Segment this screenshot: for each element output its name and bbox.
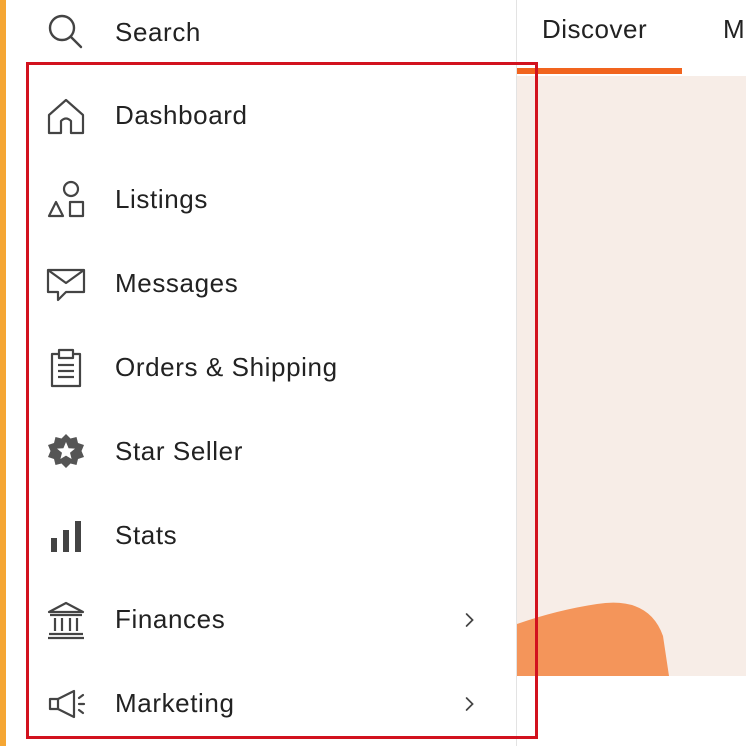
star-badge-icon — [44, 430, 88, 474]
sidebar-item-orders-shipping[interactable]: Orders & Shipping — [6, 326, 516, 410]
tab-discover[interactable]: Discover — [542, 14, 647, 45]
sidebar-item-dashboard[interactable]: Dashboard — [6, 74, 516, 158]
clipboard-icon — [44, 346, 88, 390]
main-content: Discover M — [517, 0, 746, 746]
search-button[interactable]: Search — [6, 0, 516, 64]
search-icon — [44, 10, 88, 54]
home-icon — [44, 94, 88, 138]
active-tab-indicator — [517, 68, 682, 74]
sidebar-item-label: Marketing — [115, 688, 235, 718]
sidebar-item-star-seller[interactable]: Star Seller — [6, 410, 516, 494]
tab-next[interactable]: M — [723, 14, 745, 45]
sidebar-item-label: Star Seller — [115, 436, 243, 466]
sidebar-item-label: Orders & Shipping — [115, 352, 338, 382]
sidebar-item-label: Finances — [115, 604, 226, 634]
sidebar-item-label: Listings — [115, 184, 208, 214]
sidebar-item-finances[interactable]: Finances — [6, 578, 516, 662]
sidebar-item-listings[interactable]: Listings — [6, 158, 516, 242]
hero-banner — [517, 76, 746, 676]
tab-bar: Discover M — [517, 0, 746, 76]
megaphone-icon — [44, 682, 88, 726]
envelope-icon — [44, 262, 88, 306]
hero-shape — [517, 602, 669, 676]
chevron-right-icon — [460, 690, 480, 718]
sidebar-item-label: Dashboard — [115, 100, 248, 130]
sidebar-item-marketing[interactable]: Marketing — [6, 662, 516, 746]
shapes-icon — [44, 178, 88, 222]
hero-bottom-area — [517, 676, 746, 746]
search-label: Search — [115, 17, 201, 47]
bank-icon — [44, 598, 88, 642]
sidebar-item-messages[interactable]: Messages — [6, 242, 516, 326]
sidebar-item-label: Stats — [115, 520, 178, 550]
chevron-right-icon — [460, 606, 480, 634]
bar-chart-icon — [44, 514, 88, 558]
sidebar: Search Dashboard Listings Messages Order… — [6, 0, 516, 746]
sidebar-item-label: Messages — [115, 268, 239, 298]
sidebar-item-stats[interactable]: Stats — [6, 494, 516, 578]
